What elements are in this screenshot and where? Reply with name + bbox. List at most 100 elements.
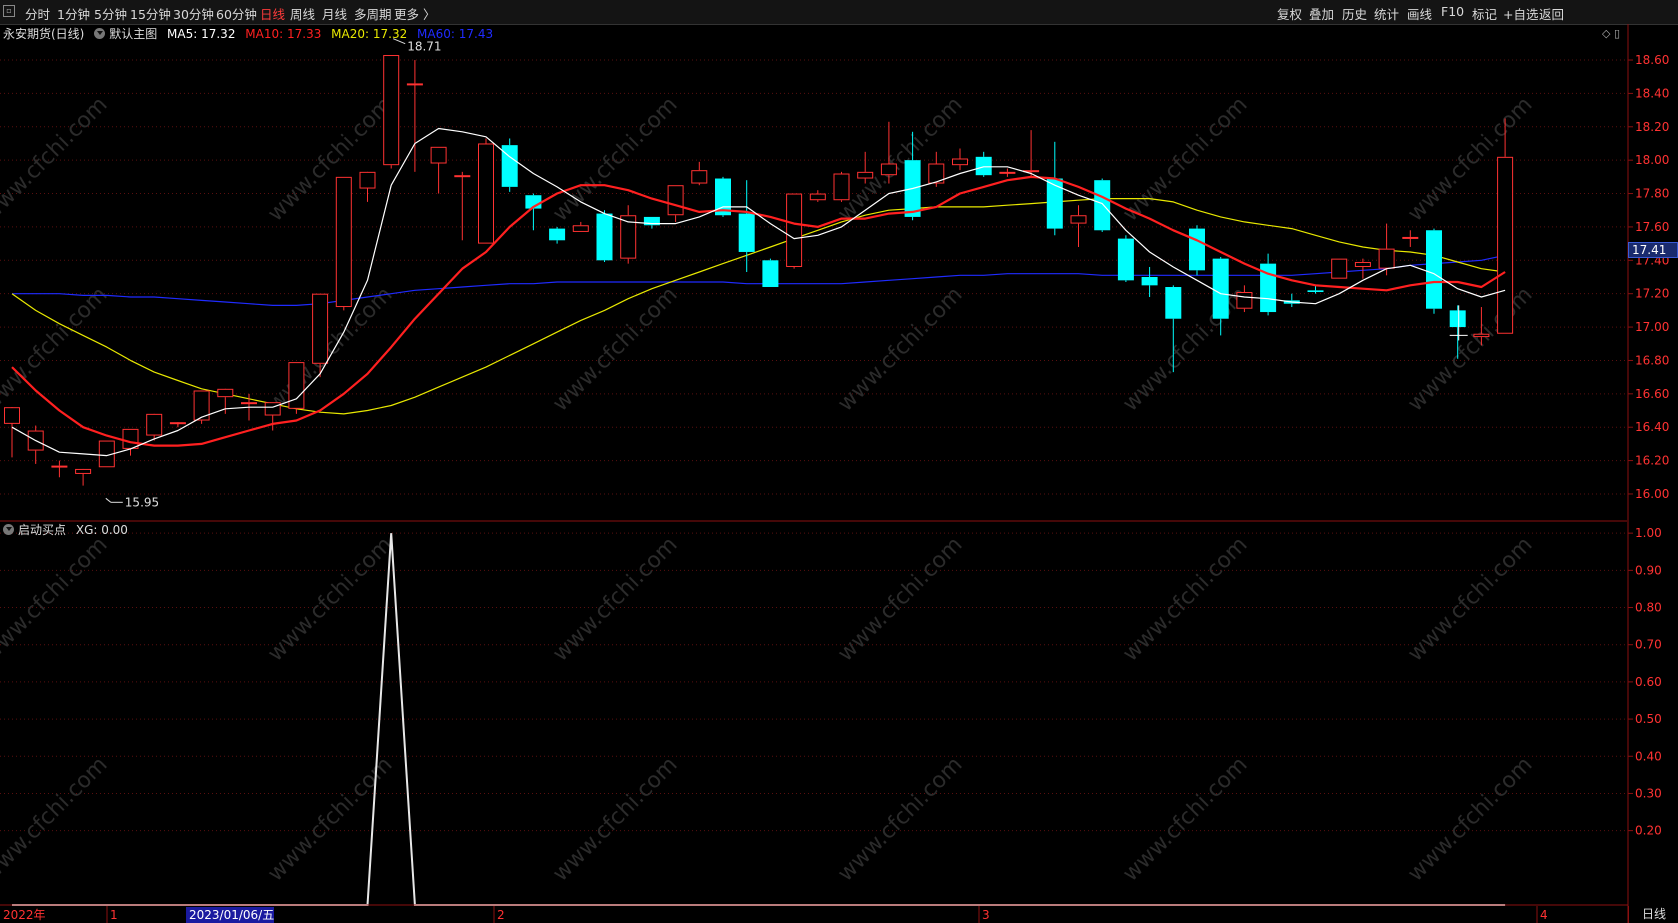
indicator-title[interactable]: 启动买点 [18,523,66,537]
tab-intraday[interactable]: 分时 [25,4,50,23]
candle [383,55,400,169]
watermark-text: www.cfchi.com [1403,752,1537,886]
candle-body [335,176,352,308]
candle-body [1473,333,1490,338]
watermark-text: www.cfchi.com [0,92,113,226]
candle [1331,258,1348,279]
ma10-value: MA10: 17.33 [245,27,322,41]
period-indicator-tab[interactable]: 日线 [1628,906,1678,923]
f10-button[interactable]: F10 [1441,4,1464,19]
tab-15min[interactable]: 15分钟 [130,4,171,23]
price-tick-label: 17.80 [1635,187,1669,201]
price-tick-label: 17.60 [1635,220,1669,234]
adjust-button[interactable]: 复权 [1277,4,1302,23]
watermark-text: www.cfchi.com [548,282,682,416]
candle [1094,178,1111,232]
candle-body [430,146,447,164]
grid-lines [0,59,1627,832]
ma60-line [12,254,1506,306]
month-label: 2 [497,908,505,922]
watermark-text: www.cfchi.com [1118,282,1252,416]
current-price-badge: 17.41 [1628,242,1678,258]
candle [478,138,494,244]
back-button[interactable]: 返回 [1539,4,1564,23]
xg-tick-label: 1.00 [1635,526,1662,540]
candle [1189,225,1205,276]
watermark-text: www.cfchi.com [0,532,113,666]
draw-line-button[interactable]: 画线 [1407,4,1432,23]
candle-body [1354,261,1371,267]
ma5-polyline [11,127,1506,457]
candle-body [1497,156,1514,334]
chart-frame [0,24,1629,923]
month-label: 1 [110,908,118,922]
xg-tick-label: 0.90 [1635,563,1662,577]
candle [1260,253,1277,316]
template-dropdown-icon[interactable] [94,28,106,39]
candle-body [146,413,163,436]
candle-body [572,225,589,232]
candle-body [857,171,874,179]
chart-canvas[interactable]: www.cfchi.com www.cfchi.com www.cfchi.com w… [0,24,1678,923]
xg-polyline [12,533,1506,906]
xg-tick-label: 0.50 [1635,712,1662,726]
tab-daily[interactable]: 日线 [260,4,285,23]
year-label: 2022年 [3,908,46,922]
xg-value: XG: 0.00 [75,523,128,537]
indicator-dropdown-icon[interactable] [3,524,14,535]
watermark-text: www.cfchi.com [0,282,113,416]
tab-monthly[interactable]: 月线 [322,4,347,23]
watermark-text: www.cfchi.com [1403,282,1537,416]
stats-button[interactable]: 统计 [1374,4,1399,23]
candle-body [1402,236,1419,239]
tab-weekly[interactable]: 周线 [290,4,315,23]
candlesticks [4,55,1514,486]
candle-body [1378,248,1395,269]
window-restore-icon[interactable]: ▫ [3,5,15,17]
candle [169,422,186,428]
ma20-polyline [11,198,1506,415]
candle [406,60,423,172]
candle-body [1449,310,1466,328]
candle [51,460,68,478]
price-tick-label: 18.60 [1635,53,1669,67]
month-label: 4 [1540,908,1548,922]
overlay-button[interactable]: 叠加 [1309,4,1334,23]
add-watchlist-button[interactable]: +自选 [1503,4,1538,23]
mark-button[interactable]: 标记 [1472,4,1497,23]
tab-30min[interactable]: 30分钟 [173,4,214,23]
candle-body [406,83,423,86]
candle-body [264,402,281,416]
month-label: 3 [982,908,990,922]
watermark-text: www.cfchi.com [263,92,397,226]
candle [75,468,92,486]
candle-body [1165,287,1182,319]
pane-control-icons[interactable]: ◇ ▯ [1602,27,1620,40]
price-tick-label: 17.00 [1635,320,1669,334]
history-button[interactable]: 历史 [1342,4,1367,23]
watermark-text: www.cfchi.com [548,752,682,886]
xg-tick-label: 0.40 [1635,749,1662,763]
candle-body [809,193,826,201]
low-price-label: 15.95 [125,495,159,509]
tab-5min[interactable]: 5分钟 [94,4,127,23]
watermark-text: www.cfchi.com [1118,752,1252,886]
ma60-polyline [12,254,1506,306]
template-name[interactable]: 默认主图 [109,27,157,41]
tab-more[interactable]: 更多 〉 [394,4,435,23]
candle-body [51,465,68,468]
price-tick-label: 18.00 [1635,153,1669,167]
date-axis: 2022年 1 2 3 4 2023/01/06/五 [3,906,1548,923]
watermark-text: www.cfchi.com [0,752,113,886]
candle [288,362,305,414]
candle [691,161,708,186]
candle [501,138,518,192]
candle [999,168,1016,177]
candle-body [1070,215,1087,224]
watermark-text: www.cfchi.com [263,752,397,886]
tab-1min[interactable]: 1分钟 [57,4,90,23]
candle-body [1046,178,1063,229]
tab-multi-period[interactable]: 多周期 [354,4,392,23]
xg-tick-label: 0.70 [1635,638,1662,652]
tab-60min[interactable]: 60分钟 [216,4,257,23]
